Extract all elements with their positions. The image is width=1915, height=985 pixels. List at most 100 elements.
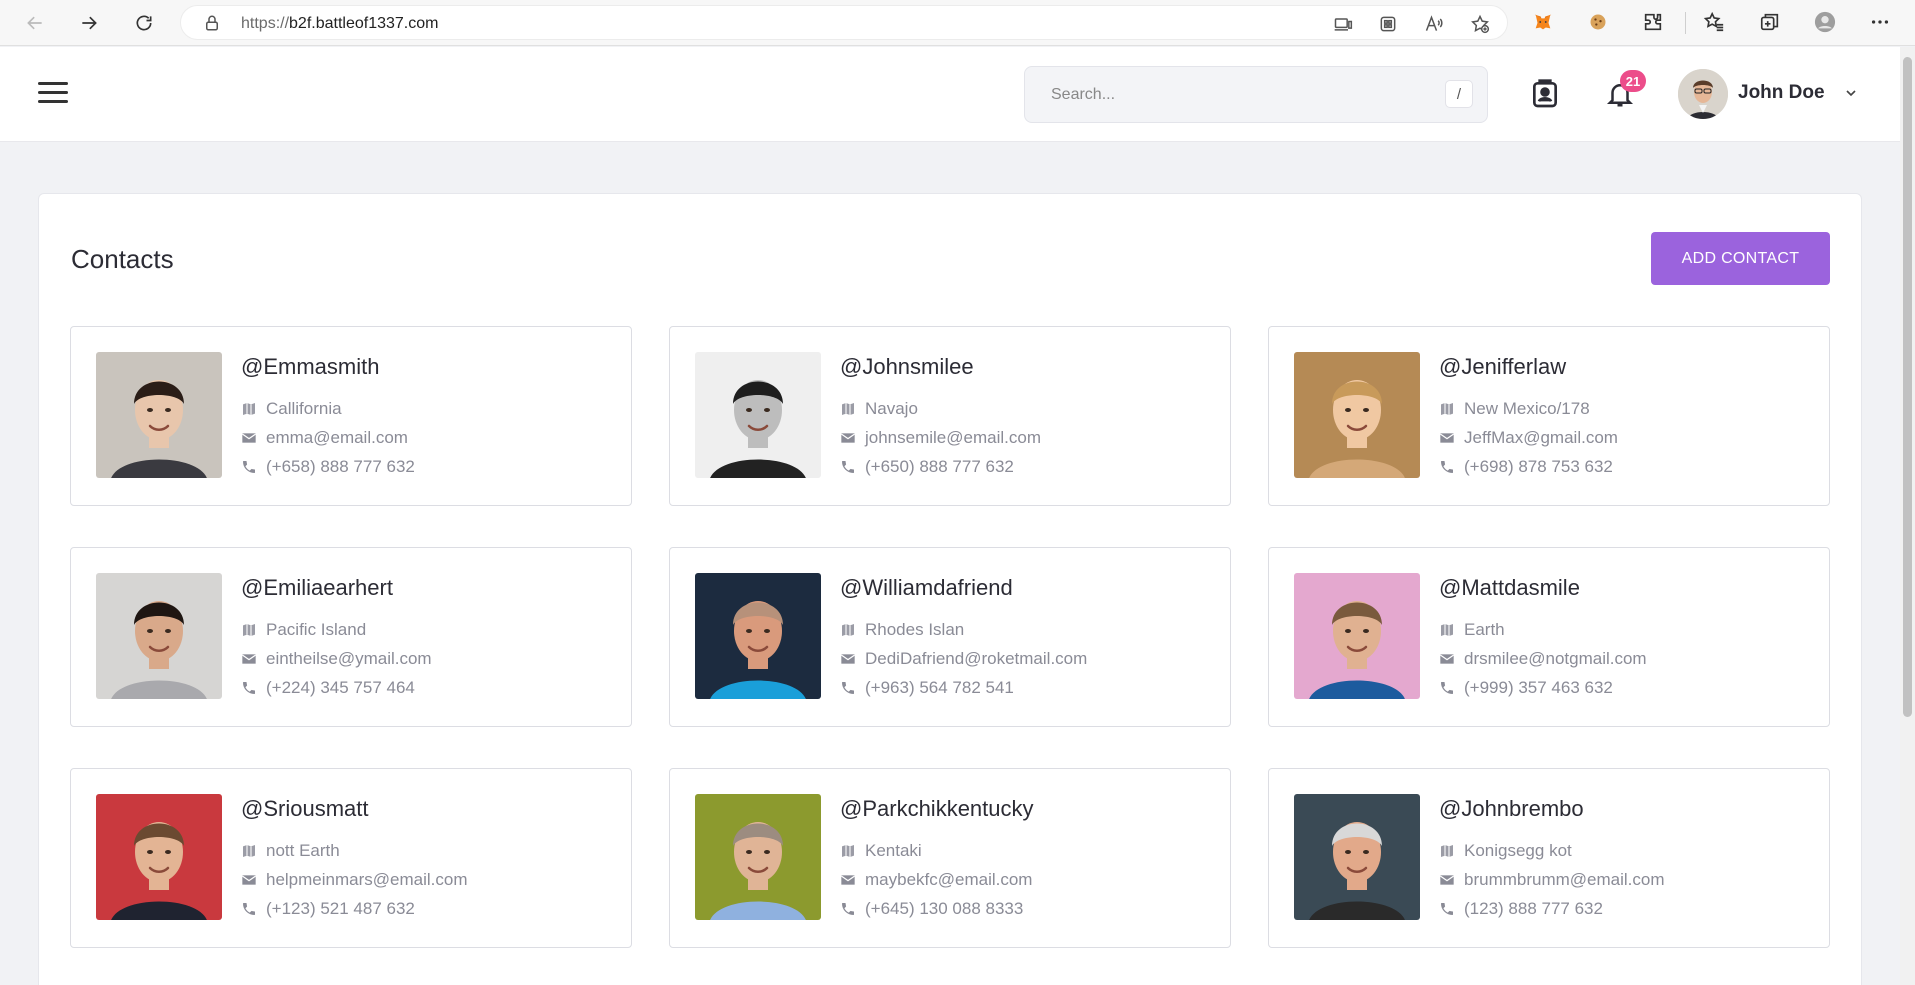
contact-email[interactable]: DediDafriend@roketmail.com [840,648,1087,670]
back-icon[interactable] [20,8,50,38]
email-text[interactable]: maybekfc@email.com [865,870,1032,890]
contact-email[interactable]: maybekfc@email.com [840,869,1032,891]
contact-email[interactable]: drsmilee@notgmail.com [1439,648,1647,670]
phone-text[interactable]: (123) 888 777 632 [1464,899,1603,919]
contact-photo[interactable] [695,794,821,920]
user-name[interactable]: John Doe [1738,82,1825,104]
contact-handle[interactable]: @Jenifferlaw [1439,354,1566,380]
contact-phone[interactable]: (+645) 130 088 8333 [840,898,1023,920]
contact-handle[interactable]: @Mattdasmile [1439,575,1580,601]
search-input[interactable] [1025,67,1425,122]
contact-phone[interactable]: (123) 888 777 632 [1439,898,1603,920]
contact-email[interactable]: JeffMax@gmail.com [1439,427,1618,449]
contact-card[interactable]: @Emiliaearhert Pacific Island eintheilse@y… [70,547,632,727]
email-text[interactable]: johnsemile@email.com [865,428,1041,448]
phone-text[interactable]: (+963) 564 782 541 [865,678,1014,698]
search-box[interactable]: / [1024,66,1488,123]
contact-card[interactable]: @Johnsmilee Navajo johnsemile@email.com (+6… [669,326,1231,506]
contact-photo[interactable] [96,352,222,478]
contact-handle[interactable]: @Emiliaearhert [241,575,393,601]
contact-location: Earth [1439,619,1505,641]
add-contact-button[interactable]: ADD CONTACT [1651,232,1830,285]
email-text[interactable]: DediDafriend@roketmail.com [865,649,1087,669]
contact-handle[interactable]: @Parkchikkentucky [840,796,1034,822]
phone-text[interactable]: (+999) 357 463 632 [1464,678,1613,698]
email-text[interactable]: brummbrumm@email.com [1464,870,1665,890]
cookie-icon[interactable] [1587,11,1609,33]
contact-handle[interactable]: @Williamdafriend [840,575,1013,601]
contact-card[interactable]: @Williamdafriend Rhodes Islan DediDafriend… [669,547,1231,727]
contact-phone[interactable]: (+963) 564 782 541 [840,677,1014,699]
contact-phone[interactable]: (+650) 888 777 632 [840,456,1014,478]
more-options-icon[interactable] [1869,11,1891,33]
favorite-add-icon[interactable] [1470,14,1490,34]
contact-card[interactable]: @Emmasmith Callifornia emma@email.com (+658… [70,326,632,506]
contact-card[interactable]: @Sriousmatt nott Earth helpmeinmars@email.… [70,768,632,948]
contact-email[interactable]: johnsemile@email.com [840,427,1041,449]
collections-icon[interactable] [1759,11,1781,33]
contact-location: Rhodes Islan [840,619,964,641]
contact-photo[interactable] [1294,352,1420,478]
contact-phone[interactable]: (+123) 521 487 632 [241,898,415,920]
contact-card[interactable]: @Jenifferlaw New Mexico/178 JeffMax@gmail.… [1268,326,1830,506]
contact-phone[interactable]: (+698) 878 753 632 [1439,456,1613,478]
phone-text[interactable]: (+658) 888 777 632 [266,457,415,477]
phone-text[interactable]: (+698) 878 753 632 [1464,457,1613,477]
contact-handle[interactable]: @Sriousmatt [241,796,368,822]
contact-photo[interactable] [96,573,222,699]
contact-photo[interactable] [695,352,821,478]
contacts-panel: Contacts ADD CONTACT @Emmasmith Calliforn… [38,193,1862,985]
location-text: Konigsegg kot [1464,841,1572,860]
contact-email[interactable]: eintheilse@ymail.com [241,648,432,670]
email-text[interactable]: emma@email.com [266,428,408,448]
email-text[interactable]: JeffMax@gmail.com [1464,428,1618,448]
mail-icon [1439,433,1455,443]
email-text[interactable]: drsmilee@notgmail.com [1464,649,1647,669]
chevron-down-icon[interactable] [1843,85,1859,101]
contact-phone[interactable]: (+658) 888 777 632 [241,456,415,478]
email-text[interactable]: helpmeinmars@email.com [266,870,468,890]
app-available-icon[interactable] [1333,14,1353,34]
contact-email[interactable]: brummbrumm@email.com [1439,869,1665,891]
contact-handle[interactable]: @Emmasmith [241,354,379,380]
contact-card[interactable]: @Parkchikkentucky Kentaki maybekfc@email.c… [669,768,1231,948]
scrollbar-thumb[interactable] [1903,57,1912,717]
phone-text[interactable]: (+123) 521 487 632 [266,899,415,919]
favorites-icon[interactable] [1703,11,1725,33]
contact-photo[interactable] [1294,573,1420,699]
phone-text[interactable]: (+645) 130 088 8333 [865,899,1023,919]
location-text: Kentaki [865,841,922,860]
page-scrollbar[interactable] [1900,47,1915,985]
contacts-book-icon[interactable] [1527,74,1563,114]
metamask-icon[interactable] [1532,11,1554,33]
extensions-icon[interactable] [1642,11,1664,33]
contact-photo[interactable] [695,573,821,699]
contact-location: Konigsegg kot [1439,840,1572,862]
qr-icon[interactable] [1378,14,1398,34]
contact-handle[interactable]: @Johnsmilee [840,354,974,380]
map-icon [243,845,255,857]
address-bar[interactable]: https://b2f.battleof1337.com [180,5,1508,40]
read-aloud-icon[interactable] [1424,14,1444,34]
phone-text[interactable]: (+224) 345 757 464 [266,678,415,698]
email-text[interactable]: eintheilse@ymail.com [266,649,432,669]
refresh-icon[interactable] [129,8,159,38]
url-protocol: https:// [241,15,290,32]
contact-email[interactable]: emma@email.com [241,427,408,449]
phone-text[interactable]: (+650) 888 777 632 [865,457,1014,477]
forward-icon[interactable] [74,8,104,38]
contact-phone[interactable]: (+224) 345 757 464 [241,677,415,699]
contact-email[interactable]: helpmeinmars@email.com [241,869,468,891]
user-avatar[interactable] [1678,69,1728,119]
contact-photo[interactable] [1294,794,1420,920]
contact-card[interactable]: @Mattdasmile Earth drsmilee@notgmail.com (+… [1268,547,1830,727]
contact-photo[interactable] [96,794,222,920]
contact-phone[interactable]: (+999) 357 463 632 [1439,677,1613,699]
mail-icon [241,654,257,664]
menu-toggle-icon[interactable] [38,82,72,106]
search-shortcut-key: / [1445,80,1473,108]
profile-icon[interactable] [1814,11,1836,33]
location-text: Navajo [865,399,918,418]
contact-handle[interactable]: @Johnbrembo [1439,796,1584,822]
contact-card[interactable]: @Johnbrembo Konigsegg kot brummbrumm@email… [1268,768,1830,948]
